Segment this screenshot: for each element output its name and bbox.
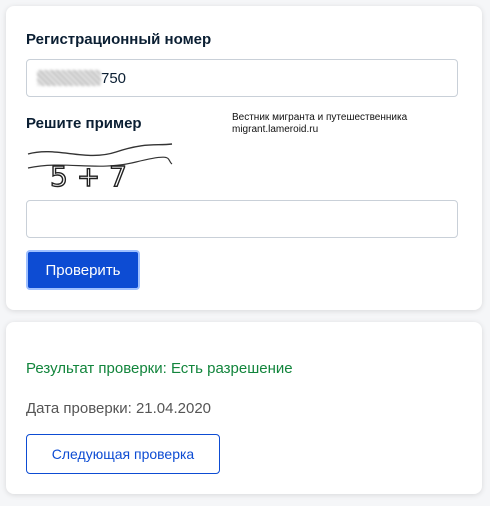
captcha-answer-input[interactable] bbox=[26, 200, 458, 238]
captcha-label: Решите пример bbox=[26, 115, 142, 132]
next-check-button[interactable]: Следующая проверка bbox=[26, 434, 220, 474]
reg-number-label: Регистрационный номер bbox=[26, 31, 212, 48]
result-card: Результат проверки: Есть разрешение Дата… bbox=[6, 322, 482, 494]
reg-number-input[interactable]: 750 bbox=[26, 59, 458, 97]
check-form-card: Регистрационный номер 750 Решите пример … bbox=[6, 6, 482, 310]
watermark-line-1: Вестник мигранта и путешественника bbox=[232, 112, 408, 123]
captcha-image: 5 + 7 bbox=[27, 143, 173, 194]
result-date: Дата проверки: 21.04.2020 bbox=[26, 400, 212, 417]
reg-number-value: 750 bbox=[101, 69, 127, 87]
check-button[interactable]: Проверить bbox=[26, 250, 140, 290]
watermark-line-2: migrant.lameroid.ru bbox=[232, 124, 319, 135]
masked-number-blur bbox=[37, 70, 101, 86]
watermark: Вестник мигранта и путешественника migra… bbox=[232, 112, 407, 136]
result-status: Результат проверки: Есть разрешение bbox=[26, 360, 293, 377]
captcha-text: 5 + 7 bbox=[50, 160, 127, 193]
